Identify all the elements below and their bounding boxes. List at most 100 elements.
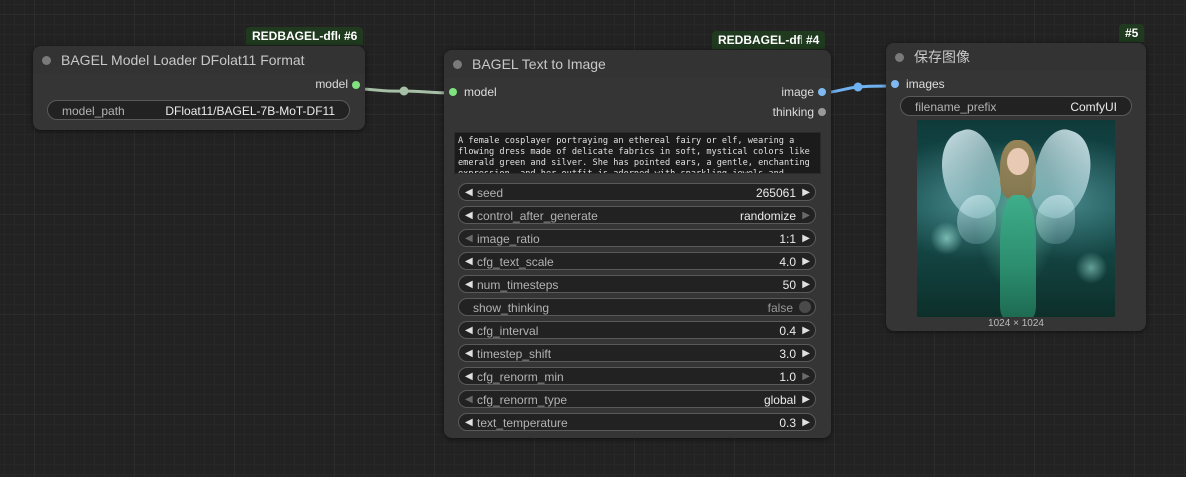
node-badge-t2i: REDBAGEL-dflo #4 xyxy=(712,31,826,49)
widget-label: show_thinking xyxy=(473,301,550,315)
widget-value: ComfyUI xyxy=(1070,100,1117,114)
node-save-image[interactable]: 保存图像 images filename_prefix ComfyUI 1024… xyxy=(886,43,1146,331)
generated-image-preview[interactable] xyxy=(917,120,1115,317)
node-badge-loader: REDBAGEL-dfloa #6 xyxy=(246,27,364,45)
widget-value: 0.4 xyxy=(779,324,796,338)
widget-label: text_temperature xyxy=(477,416,568,430)
decrement-arrow-icon[interactable]: ◀ xyxy=(465,368,473,386)
input-slot-model[interactable]: model xyxy=(464,85,497,99)
decrement-arrow-icon[interactable]: ◀ xyxy=(465,207,473,225)
widget-label: model_path xyxy=(62,104,125,118)
decrement-arrow-icon[interactable]: ◀ xyxy=(465,276,473,294)
widget-value: 265061 xyxy=(755,186,796,200)
widget-label: image_ratio xyxy=(477,232,540,246)
widget-value: 1:1 xyxy=(779,232,796,246)
output-slot-image[interactable]: image xyxy=(781,85,814,99)
widget-value: DFloat11/BAGEL-7B-MoT-DF11 xyxy=(165,104,335,118)
widget-label: cfg_text_scale xyxy=(477,255,554,269)
widget-value: 0.3 xyxy=(779,416,796,430)
badge-node-id: #5 xyxy=(1125,26,1139,40)
slot-row-thinking: thinking xyxy=(444,102,831,122)
output-slot-thinking[interactable]: thinking xyxy=(773,105,814,119)
model-path-widget[interactable]: model_path DFloat11/BAGEL-7B-MoT-DF11 xyxy=(47,100,350,120)
increment-arrow-icon[interactable]: ▶ xyxy=(802,345,810,363)
output-slot-model[interactable]: model xyxy=(33,74,365,96)
decrement-arrow-icon[interactable]: ◀ xyxy=(465,322,473,340)
widget-value: global xyxy=(763,393,796,407)
increment-arrow-icon[interactable]: ▶ xyxy=(802,414,810,432)
slot-row-model-image: model image xyxy=(444,82,831,102)
widget-label: seed xyxy=(477,186,504,200)
cfg-interval-widget[interactable]: ◀ cfg_interval 0.4 ▶ xyxy=(458,321,816,339)
input-slot-images[interactable]: images xyxy=(886,75,1146,93)
collapse-dot-icon[interactable] xyxy=(895,53,904,62)
cfg-renorm-min-widget[interactable]: ◀ cfg_renorm_min 1.0 ▶ xyxy=(458,367,816,385)
node-badge-save: #5 xyxy=(1119,24,1145,42)
seed-widget[interactable]: ◀ seed 265061 ▶ xyxy=(458,183,816,201)
increment-arrow-icon[interactable]: ▶ xyxy=(802,207,810,225)
widget-label: control_after_generate xyxy=(477,209,598,223)
node-title: 保存图像 xyxy=(914,49,970,65)
badge-node-id: #6 xyxy=(344,29,358,43)
node-title: BAGEL Model Loader DFolat11 Format xyxy=(61,52,305,68)
widget-label: cfg_interval xyxy=(477,324,539,338)
node-title: BAGEL Text to Image xyxy=(472,56,606,72)
node-title-bar[interactable]: BAGEL Text to Image xyxy=(444,50,831,78)
model-wire[interactable] xyxy=(355,87,454,95)
widget-label: timestep_shift xyxy=(477,347,552,361)
widget-value: false xyxy=(767,301,793,315)
num-timesteps-widget[interactable]: ◀ num_timesteps 50 ▶ xyxy=(458,275,816,293)
output-connector-icon[interactable] xyxy=(818,88,826,96)
widget-value: 4.0 xyxy=(779,255,796,269)
node-model-loader[interactable]: BAGEL Model Loader DFolat11 Format model… xyxy=(33,46,365,130)
image-wire-midpoint[interactable] xyxy=(853,82,863,92)
decrement-arrow-icon[interactable]: ◀ xyxy=(465,253,473,271)
badge-node-name: REDBAGEL-dflo xyxy=(718,33,802,47)
widget-label: cfg_renorm_min xyxy=(477,370,564,384)
widget-value: 50 xyxy=(782,278,796,292)
increment-arrow-icon[interactable]: ▶ xyxy=(802,184,810,202)
output-slot-label: model xyxy=(315,77,348,91)
input-connector-icon[interactable] xyxy=(449,88,457,96)
cfg-text-scale-widget[interactable]: ◀ cfg_text_scale 4.0 ▶ xyxy=(458,252,816,270)
node-text-to-image[interactable]: BAGEL Text to Image model image thinking… xyxy=(444,50,831,438)
timestep-shift-widget[interactable]: ◀ timestep_shift 3.0 ▶ xyxy=(458,344,816,362)
increment-arrow-icon[interactable]: ▶ xyxy=(802,253,810,271)
output-connector-icon[interactable] xyxy=(818,108,826,116)
input-connector-icon[interactable] xyxy=(891,80,899,88)
collapse-dot-icon[interactable] xyxy=(42,56,51,65)
decrement-arrow-icon[interactable]: ◀ xyxy=(465,391,473,409)
node-title-bar[interactable]: 保存图像 xyxy=(886,43,1146,71)
decrement-arrow-icon[interactable]: ◀ xyxy=(465,414,473,432)
decrement-arrow-icon[interactable]: ◀ xyxy=(465,345,473,363)
prompt-textarea[interactable]: A female cosplayer portraying an etherea… xyxy=(454,132,821,174)
widget-value: 1.0 xyxy=(779,370,796,384)
toggle-knob-icon[interactable] xyxy=(799,301,811,313)
node-title-bar[interactable]: BAGEL Model Loader DFolat11 Format xyxy=(33,46,365,74)
widget-value: randomize xyxy=(739,209,796,223)
increment-arrow-icon[interactable]: ▶ xyxy=(802,368,810,386)
image-ratio-widget[interactable]: ◀ image_ratio 1:1 ▶ xyxy=(458,229,816,247)
decrement-arrow-icon[interactable]: ◀ xyxy=(465,184,473,202)
widget-label: filename_prefix xyxy=(915,100,997,114)
cfg-renorm-type-widget[interactable]: ◀ cfg_renorm_type global ▶ xyxy=(458,390,816,408)
show-thinking-toggle[interactable]: show_thinking false xyxy=(458,298,816,316)
collapse-dot-icon[interactable] xyxy=(453,60,462,69)
increment-arrow-icon[interactable]: ▶ xyxy=(802,391,810,409)
widget-label: num_timesteps xyxy=(477,278,559,292)
input-slot-label: images xyxy=(906,77,945,91)
model-wire-midpoint[interactable] xyxy=(399,86,409,96)
text-temperature-widget[interactable]: ◀ text_temperature 0.3 ▶ xyxy=(458,413,816,431)
increment-arrow-icon[interactable]: ▶ xyxy=(802,276,810,294)
filename-prefix-widget[interactable]: filename_prefix ComfyUI xyxy=(900,96,1132,116)
widget-value: 3.0 xyxy=(779,347,796,361)
badge-node-id: #4 xyxy=(806,33,820,47)
badge-node-name: REDBAGEL-dfloa xyxy=(252,29,340,43)
control-after-generate-widget[interactable]: ◀ control_after_generate randomize ▶ xyxy=(458,206,816,224)
image-wire[interactable] xyxy=(819,84,896,95)
decrement-arrow-icon[interactable]: ◀ xyxy=(465,230,473,248)
increment-arrow-icon[interactable]: ▶ xyxy=(802,322,810,340)
image-size-caption: 1024 × 1024 xyxy=(988,318,1044,329)
increment-arrow-icon[interactable]: ▶ xyxy=(802,230,810,248)
output-connector-icon[interactable] xyxy=(352,81,360,89)
